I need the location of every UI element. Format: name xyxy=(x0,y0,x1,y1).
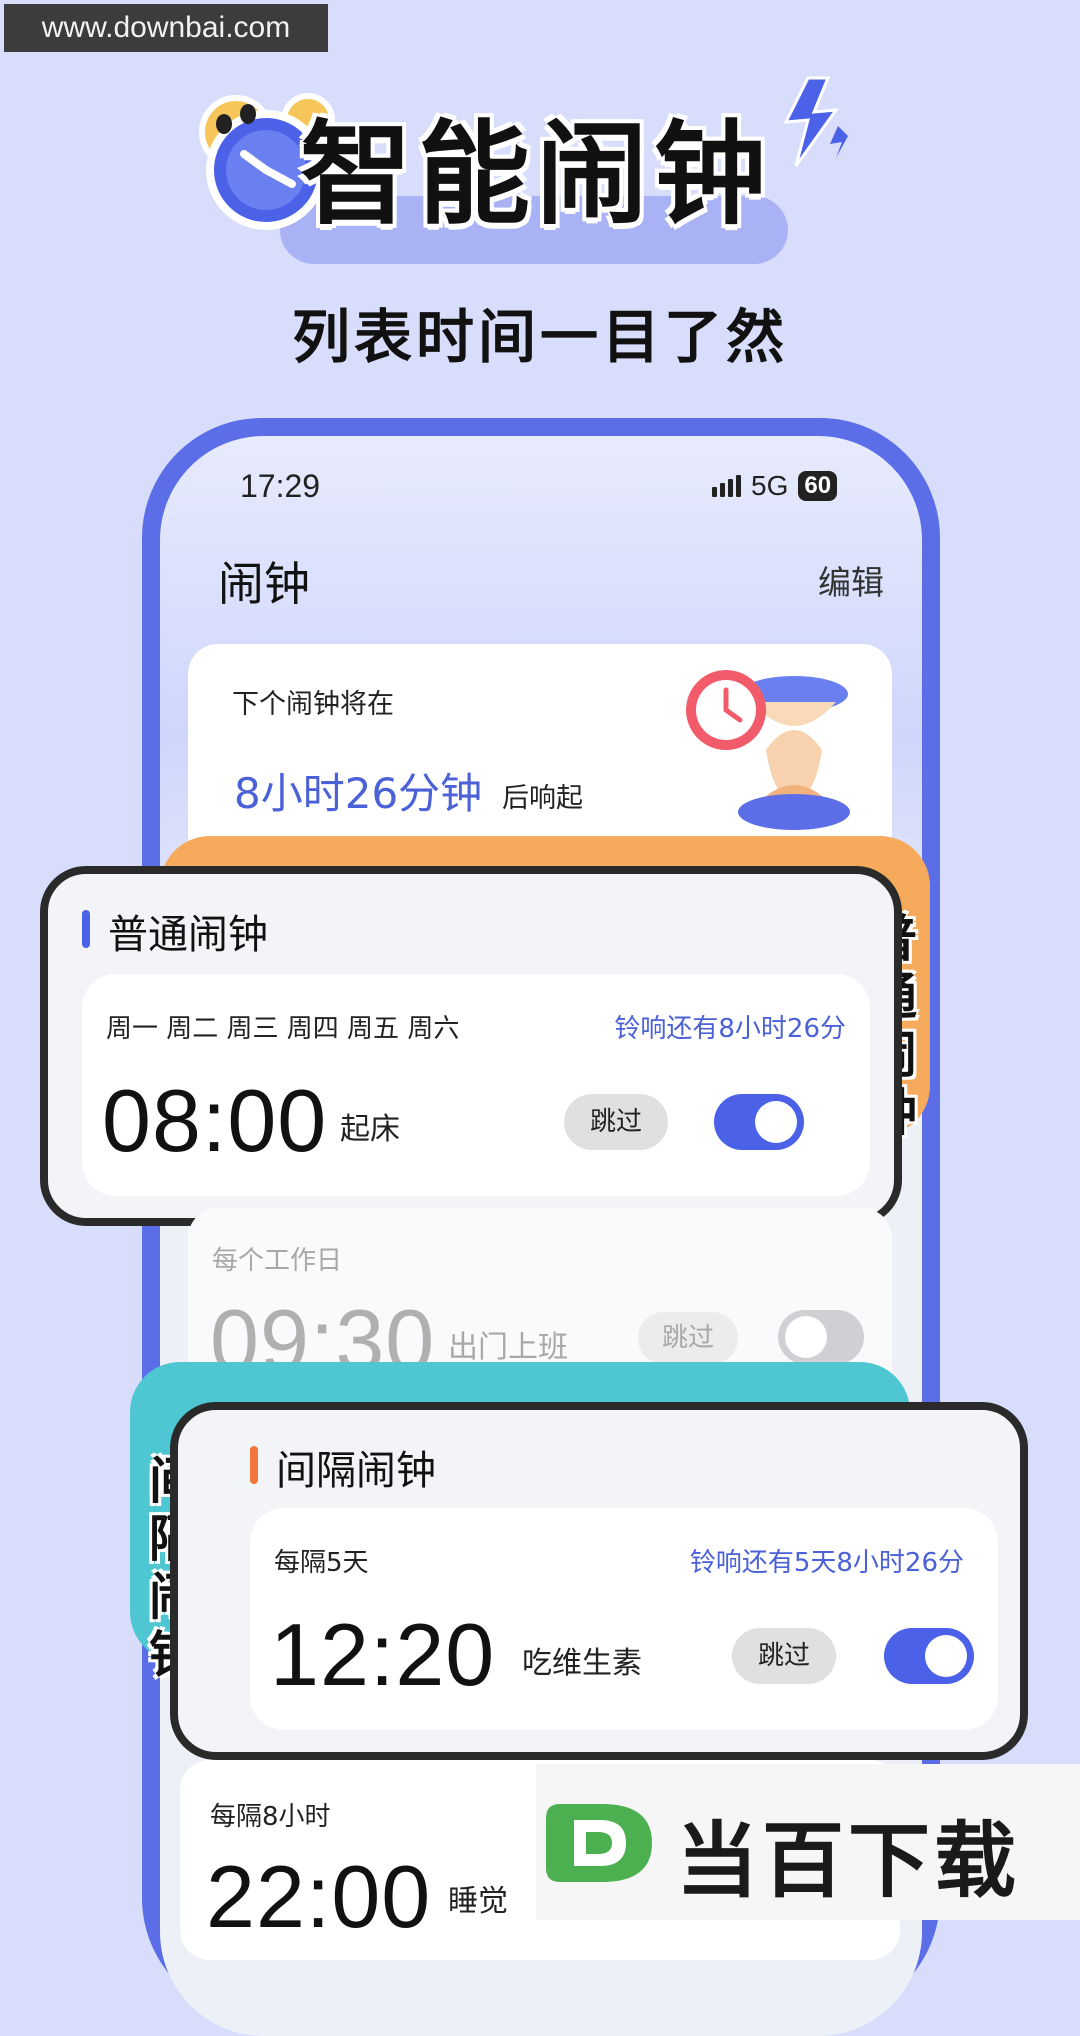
toggle-knob xyxy=(925,1635,967,1677)
alarm-repeat-days: 周一 周二 周三 周四 周五 周六 xyxy=(106,1014,460,1044)
status-time: 17:29 xyxy=(240,468,321,504)
page-title: 闹钟 xyxy=(218,557,310,611)
edit-button[interactable]: 编辑 xyxy=(818,556,884,604)
accent-bar xyxy=(82,910,90,948)
toggle-knob xyxy=(785,1316,827,1358)
alarm-time: 22:00 xyxy=(206,1847,432,1946)
battery-icon: 60 xyxy=(798,471,838,501)
promo-title: 智能闹钟 xyxy=(300,110,772,240)
alarm-label: 睡觉 xyxy=(448,1884,508,1919)
alarm-label: 出门上班 xyxy=(448,1330,568,1365)
alarm-toggle[interactable] xyxy=(778,1310,864,1364)
alarm-remaining: 铃响还有5天8小时26分 xyxy=(689,1548,964,1578)
promo-subtitle: 列表时间一目了然 xyxy=(291,303,788,371)
skip-button[interactable]: 跳过 xyxy=(638,1312,738,1364)
alarm-time: 08:00 xyxy=(102,1071,328,1170)
normal-alarm-title: 普通闹钟 xyxy=(108,912,268,958)
alarm-label: 起床 xyxy=(340,1112,400,1147)
alarm-item[interactable]: 周一 周二 周三 周四 周五 周六 铃响还有8小时26分 08:00 起床 跳过 xyxy=(82,974,870,1196)
alarm-toggle[interactable] xyxy=(884,1628,974,1684)
interval-alarm-popup: 间隔闹钟 每隔5天 铃响还有5天8小时26分 12:20 吃维生素 跳过 xyxy=(170,1402,1028,1760)
watermark: www.downbai.com xyxy=(4,4,328,52)
site-logo-text: 当百下载 xyxy=(676,1814,1021,1909)
alarm-time: 12:20 xyxy=(270,1605,496,1704)
alarm-label: 吃维生素 xyxy=(522,1646,642,1681)
next-alarm-countdown: 8小时26分钟 xyxy=(234,769,483,818)
status-indicators: 5G 60 xyxy=(712,470,838,502)
next-alarm-suffix: 后响起 xyxy=(502,783,583,814)
site-logo-icon xyxy=(546,1804,652,1882)
signal-icon xyxy=(712,475,741,497)
alarm-repeat-days: 每隔8小时 xyxy=(210,1802,331,1832)
interval-alarm-title: 间隔闹钟 xyxy=(276,1448,436,1494)
alarm-item[interactable]: 每隔5天 铃响还有5天8小时26分 12:20 吃维生素 跳过 xyxy=(250,1508,998,1730)
next-alarm-label: 下个闹钟将在 xyxy=(232,689,394,720)
alarm-remaining: 铃响还有8小时26分 xyxy=(614,1014,846,1044)
hourglass-clock-icon xyxy=(686,670,850,830)
skip-button[interactable]: 跳过 xyxy=(564,1094,668,1150)
normal-alarm-popup: 普通闹钟 周一 周二 周三 周四 周五 周六 铃响还有8小时26分 08:00 … xyxy=(40,866,902,1226)
alarm-repeat-days: 每个工作日 xyxy=(212,1246,343,1276)
accent-bar xyxy=(250,1446,258,1484)
network-type: 5G xyxy=(751,470,789,501)
lightning-icon xyxy=(783,76,848,167)
toggle-knob xyxy=(755,1101,797,1143)
alarm-repeat-days: 每隔5天 xyxy=(274,1548,369,1578)
alarm-toggle[interactable] xyxy=(714,1094,804,1150)
skip-button[interactable]: 跳过 xyxy=(732,1628,836,1684)
